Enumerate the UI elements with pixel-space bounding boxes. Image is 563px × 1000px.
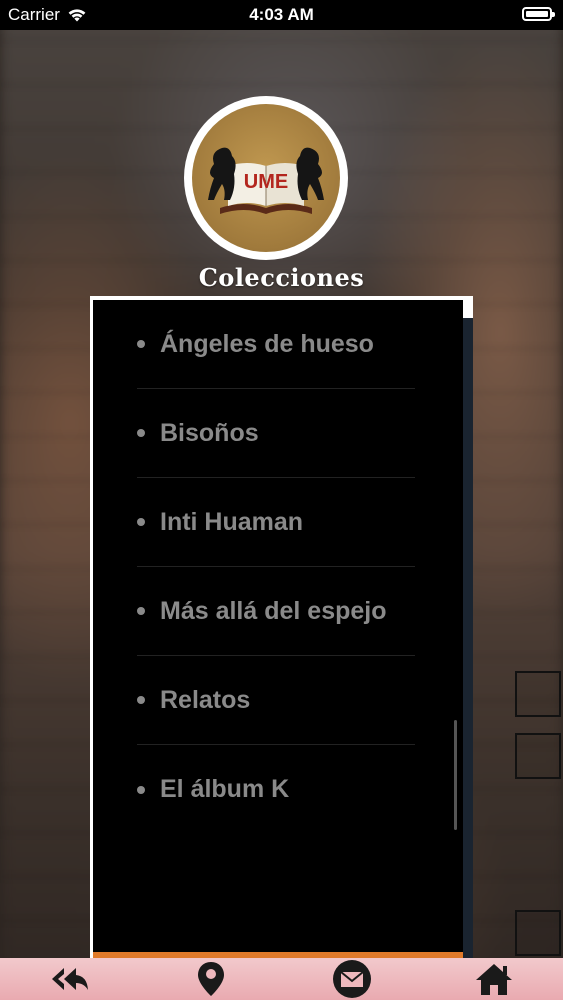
- side-box: [515, 733, 561, 779]
- list-item-inti-huaman[interactable]: Inti Huaman: [137, 478, 415, 567]
- side-box: [515, 910, 561, 956]
- map-pin-icon: [198, 962, 224, 996]
- list-item-label: Inti Huaman: [160, 507, 304, 536]
- ume-logo: UME: [184, 96, 348, 260]
- bullet-icon: [137, 785, 145, 794]
- collections-list: Ángeles de hueso Bisoños Inti Huaman Más…: [137, 300, 415, 834]
- bullet-icon: [137, 607, 145, 615]
- home-button[interactable]: [464, 958, 524, 1000]
- list-item-bisonos[interactable]: Bisoños: [137, 389, 415, 478]
- mail-icon: [333, 960, 371, 998]
- battery-icon: [522, 7, 555, 21]
- scroll-indicator[interactable]: [454, 720, 457, 830]
- bullet-icon: [137, 696, 145, 704]
- back-button[interactable]: [40, 958, 100, 1000]
- reply-all-icon: [52, 968, 88, 990]
- list-item-label: Más allá del espejo: [160, 596, 387, 625]
- list-item-mas-alla-del-espejo[interactable]: Más allá del espejo: [137, 567, 415, 656]
- list-item-label: Bisoños: [160, 418, 259, 447]
- page-title: Colecciones: [198, 263, 365, 292]
- list-item-label: Relatos: [160, 685, 251, 714]
- home-icon: [476, 964, 512, 995]
- mail-button[interactable]: [322, 958, 382, 1000]
- bullet-icon: [137, 340, 145, 348]
- bottom-nav-bar: [0, 958, 563, 1000]
- book-with-bears-icon: UME: [208, 147, 324, 214]
- list-item-relatos[interactable]: Relatos: [137, 656, 415, 745]
- status-bar: Carrier 4:03 AM: [0, 0, 563, 30]
- logo-text: UME: [244, 171, 288, 193]
- list-item-label: Ángeles de hueso: [160, 329, 374, 358]
- location-button[interactable]: [181, 958, 241, 1000]
- panel-edge: [463, 318, 473, 958]
- list-item-angeles-de-hueso[interactable]: Ángeles de hueso: [137, 300, 415, 389]
- list-item-label: El álbum K: [160, 775, 290, 803]
- bullet-icon: [137, 429, 145, 437]
- side-box: [515, 671, 561, 717]
- status-time: 4:03 AM: [249, 5, 314, 24]
- bullet-icon: [137, 518, 145, 526]
- list-item-el-album-k[interactable]: El álbum K: [137, 745, 415, 834]
